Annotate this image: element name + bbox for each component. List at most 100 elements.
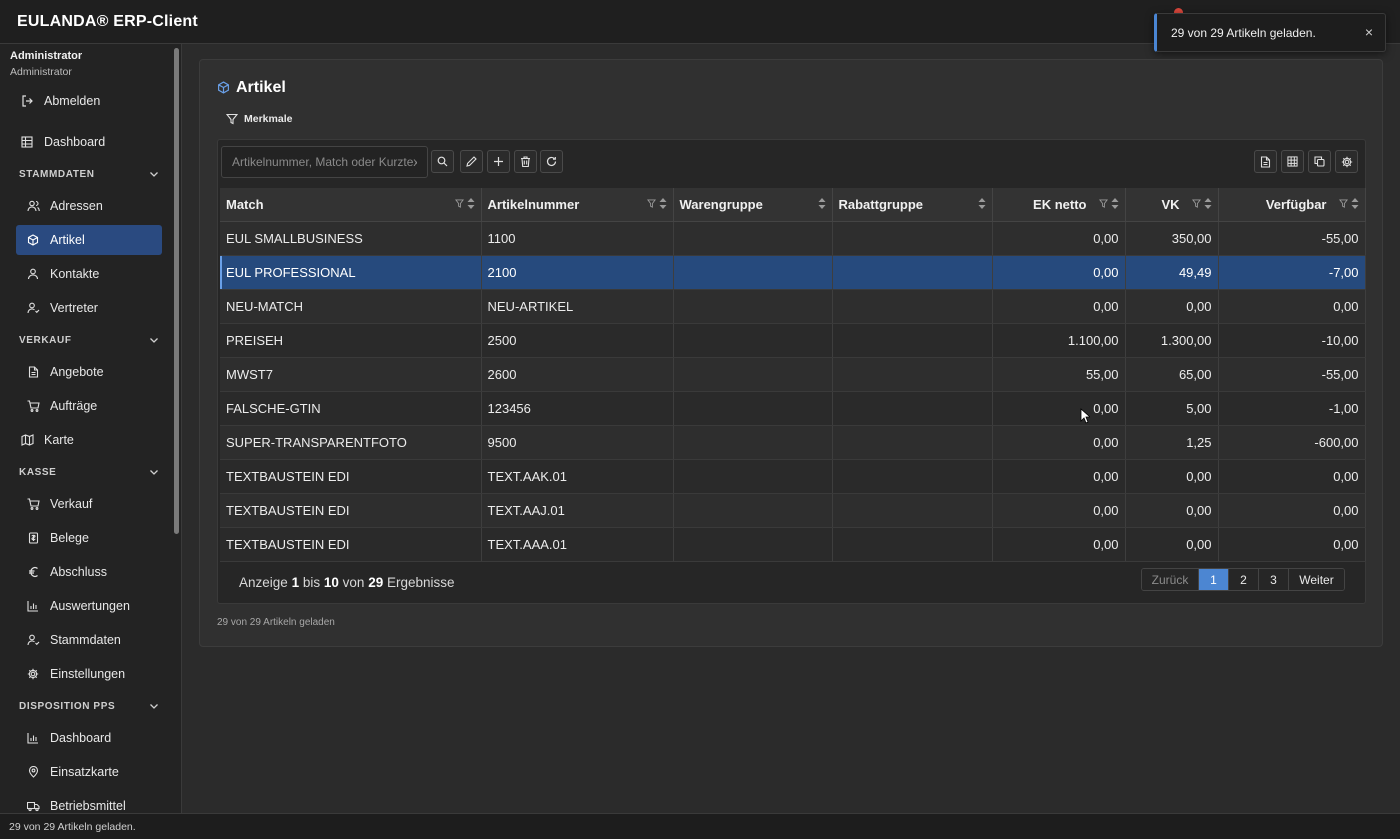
search-input[interactable]: [221, 146, 428, 178]
column-header-warengruppe[interactable]: Warengruppe: [673, 188, 833, 222]
pagination-page-3[interactable]: 3: [1259, 569, 1289, 590]
column-filter-icon[interactable]: [1191, 199, 1201, 208]
pagination-page-1[interactable]: 1: [1199, 569, 1229, 590]
document-icon: [26, 365, 40, 379]
chevron-down-icon: [149, 467, 159, 477]
sidebar-item-karte[interactable]: Karte: [16, 425, 162, 455]
column-filter-icon[interactable]: [454, 199, 464, 208]
sort-icon[interactable]: [1351, 198, 1359, 209]
section-kasse[interactable]: KASSE: [19, 462, 159, 482]
sidebar-item-artikel[interactable]: Artikel: [16, 225, 162, 255]
sidebar-item-pps-dashboard[interactable]: Dashboard: [16, 723, 162, 753]
export-table-button[interactable]: [1281, 150, 1304, 173]
table-row[interactable]: EUL PROFESSIONAL 2100 0,00 49,49 -7,00: [220, 255, 1366, 290]
sidebar-item-angebote[interactable]: Angebote: [16, 357, 162, 387]
cell-vk: 5,00: [1125, 391, 1219, 426]
bar-chart-icon: [26, 731, 40, 745]
grid-settings-button[interactable]: [1335, 150, 1358, 173]
sidebar-scrollbar[interactable]: [174, 48, 179, 534]
cell-artikelnummer: 9500: [481, 425, 674, 460]
cell-match: EUL PROFESSIONAL: [220, 255, 482, 290]
sidebar-item-logout[interactable]: Abmelden: [16, 86, 162, 116]
cell-vk: 0,00: [1125, 289, 1219, 324]
toast-text: 29 von 29 Artikeln geladen.: [1171, 26, 1316, 40]
sort-icon[interactable]: [818, 198, 826, 209]
sidebar-item-einstellungen[interactable]: Einstellungen: [16, 659, 162, 689]
cell-rabattgruppe: [832, 425, 993, 460]
sidebar-item-dashboard[interactable]: Dashboard: [16, 127, 162, 157]
merkmale-filter-button[interactable]: Merkmale: [226, 113, 292, 125]
column-header-rabattgruppe[interactable]: Rabattgruppe: [832, 188, 993, 222]
receipt-icon: [26, 531, 40, 545]
column-filter-icon[interactable]: [1338, 199, 1348, 208]
section-verkauf[interactable]: VERKAUF: [19, 330, 159, 350]
table-row[interactable]: MWST7 2600 55,00 65,00 -55,00: [220, 357, 1366, 392]
cell-verfuegbar: 0,00: [1218, 459, 1366, 494]
truck-icon: [26, 799, 40, 813]
sort-icon[interactable]: [1111, 198, 1119, 209]
sidebar-item-kontakte[interactable]: Kontakte: [16, 259, 162, 289]
table-row[interactable]: TEXTBAUSTEIN EDI TEXT.AAK.01 0,00 0,00 0,00: [220, 459, 1366, 494]
copy-button[interactable]: [1308, 150, 1331, 173]
sidebar-item-abschluss[interactable]: Abschluss: [16, 557, 162, 587]
sort-icon[interactable]: [659, 198, 667, 209]
page-title: Artikel: [217, 79, 286, 97]
pagination-next-button[interactable]: Weiter: [1289, 569, 1344, 590]
sidebar-item-kasse-verkauf[interactable]: Verkauf: [16, 489, 162, 519]
sidebar-item-stammdaten[interactable]: Stammdaten: [16, 625, 162, 655]
logout-icon: [20, 94, 34, 108]
pagination-prev-button[interactable]: Zurück: [1142, 569, 1199, 590]
table-row[interactable]: NEU-MATCH NEU-ARTIKEL 0,00 0,00 0,00: [220, 289, 1366, 324]
sort-icon[interactable]: [1204, 198, 1212, 209]
export-document-button[interactable]: [1254, 150, 1277, 173]
sidebar-item-adressen[interactable]: Adressen: [16, 191, 162, 221]
sidebar-item-auftraege[interactable]: Aufträge: [16, 391, 162, 421]
section-disposition[interactable]: DISPOSITION PPS: [19, 696, 159, 716]
add-button[interactable]: [487, 150, 510, 173]
cell-match: FALSCHE-GTIN: [220, 391, 482, 426]
cell-ek: 55,00: [992, 357, 1126, 392]
sidebar-item-einsatzkarte[interactable]: Einsatzkarte: [16, 757, 162, 787]
cell-warengruppe: [673, 221, 833, 256]
refresh-button[interactable]: [540, 150, 563, 173]
table-row[interactable]: FALSCHE-GTIN 123456 0,00 5,00 -1,00: [220, 391, 1366, 426]
column-header-match[interactable]: Match: [220, 188, 482, 222]
sort-icon[interactable]: [978, 198, 986, 209]
sidebar-item-label: Einsatzkarte: [50, 765, 119, 779]
cell-match: TEXTBAUSTEIN EDI: [220, 459, 482, 494]
cell-artikelnummer: TEXT.AAA.01: [481, 527, 674, 562]
table-row[interactable]: TEXTBAUSTEIN EDI TEXT.AAA.01 0,00 0,00 0,00: [220, 527, 1366, 562]
column-header-label: Artikelnummer: [487, 196, 580, 212]
cell-verfuegbar: 0,00: [1218, 493, 1366, 528]
chevron-down-icon: [149, 335, 159, 345]
sidebar-item-belege[interactable]: Belege: [16, 523, 162, 553]
user-check-icon: [26, 633, 40, 647]
pagination-page-2[interactable]: 2: [1229, 569, 1259, 590]
table-row[interactable]: TEXTBAUSTEIN EDI TEXT.AAJ.01 0,00 0,00 0,00: [220, 493, 1366, 528]
sidebar-item-auswertungen[interactable]: Auswertungen: [16, 591, 162, 621]
column-header-ek-netto[interactable]: EK netto: [992, 188, 1126, 222]
table-row[interactable]: SUPER-TRANSPARENTFOTO 9500 0,00 1,25 -600,00: [220, 425, 1366, 460]
column-header-verfuegbar[interactable]: Verfügbar: [1218, 188, 1366, 222]
sort-icon[interactable]: [467, 198, 475, 209]
column-header-vk[interactable]: VK: [1125, 188, 1219, 222]
cell-vk: 0,00: [1125, 493, 1219, 528]
edit-button[interactable]: [460, 150, 483, 173]
toast-close-button[interactable]: ×: [1365, 24, 1373, 40]
section-stammdaten[interactable]: STAMMDATEN: [19, 164, 159, 184]
sidebar-item-betriebsmittel[interactable]: Betriebsmittel: [16, 791, 162, 813]
column-filter-icon[interactable]: [646, 199, 656, 208]
cell-artikelnummer: 1100: [481, 221, 674, 256]
users-icon: [26, 199, 40, 213]
delete-button[interactable]: [514, 150, 537, 173]
cell-vk: 0,00: [1125, 459, 1219, 494]
cell-ek: 0,00: [992, 527, 1126, 562]
cell-artikelnummer: NEU-ARTIKEL: [481, 289, 674, 324]
cell-rabattgruppe: [832, 323, 993, 358]
column-header-artikelnummer[interactable]: Artikelnummer: [481, 188, 674, 222]
search-button[interactable]: [431, 150, 454, 173]
table-row[interactable]: PREISEH 2500 1.100,00 1.300,00 -10,00: [220, 323, 1366, 358]
column-filter-icon[interactable]: [1098, 199, 1108, 208]
sidebar-item-vertreter[interactable]: Vertreter: [16, 293, 162, 323]
table-row[interactable]: EUL SMALLBUSINESS 1100 0,00 350,00 -55,00: [220, 221, 1366, 256]
